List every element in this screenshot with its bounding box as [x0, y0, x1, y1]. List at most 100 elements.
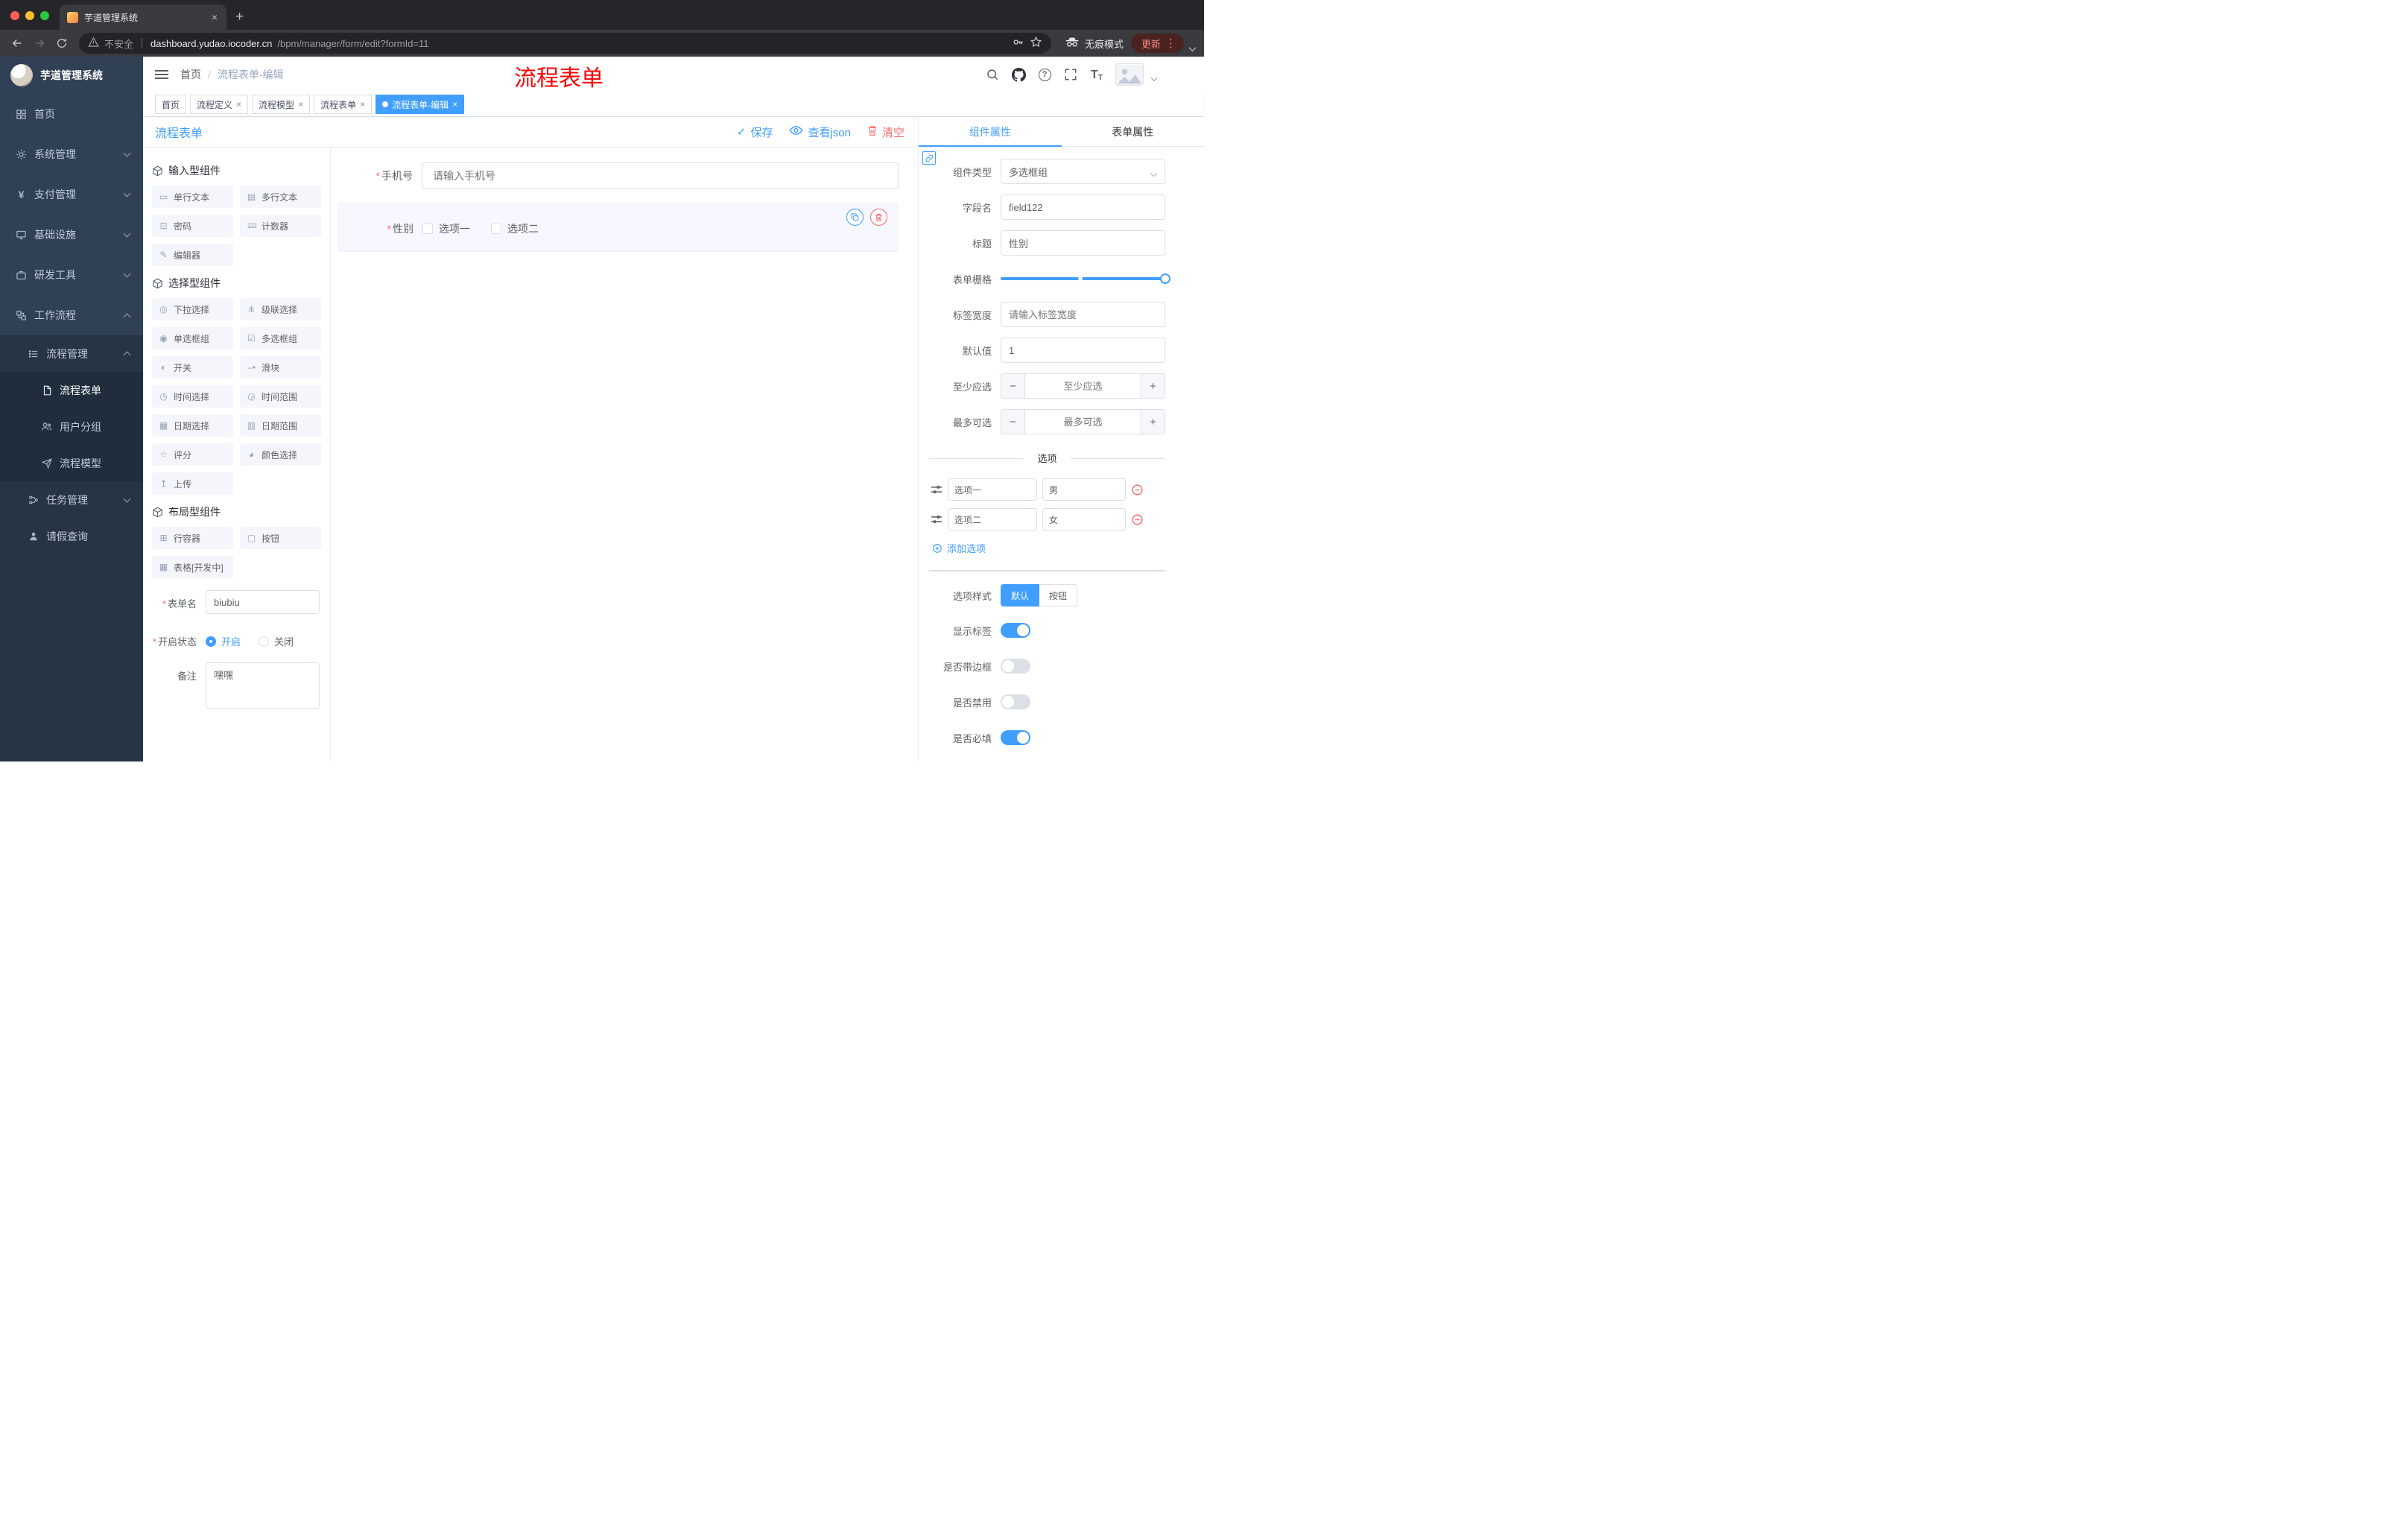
clear-button[interactable]: 清空: [867, 124, 904, 140]
palette-item-switch[interactable]: ◐ 开关: [152, 356, 233, 379]
palette-item-date-range[interactable]: ▥ 日期范围: [240, 414, 321, 437]
tag-close-icon[interactable]: ×: [236, 99, 241, 110]
sidebar-item-workflow[interactable]: 工作流程: [0, 295, 143, 335]
copy-field-button[interactable]: [846, 209, 864, 226]
browser-tab[interactable]: 芋道管理系统 ×: [60, 4, 226, 30]
password-key-icon[interactable]: [1012, 36, 1024, 51]
menu-fold-icon[interactable]: [155, 70, 168, 79]
disabled-switch[interactable]: [1001, 694, 1030, 709]
close-window-button[interactable]: [10, 11, 19, 20]
browser-update-button[interactable]: 更新 ⋮: [1130, 34, 1184, 53]
sidebar-item-home[interactable]: 首页: [0, 94, 143, 134]
palette-item-color-picker[interactable]: ◕ 颜色选择: [240, 443, 321, 466]
option-1-value-input[interactable]: [1042, 478, 1126, 501]
zoom-window-button[interactable]: [40, 11, 49, 20]
link-icon[interactable]: [922, 151, 936, 165]
add-option-button[interactable]: 添加选项: [932, 541, 1165, 555]
github-icon[interactable]: [1011, 67, 1026, 82]
default-value-input[interactable]: [1001, 338, 1165, 363]
remove-option-icon[interactable]: [1131, 484, 1144, 496]
tag-process-definition[interactable]: 流程定义 ×: [190, 95, 249, 114]
new-tab-button[interactable]: +: [226, 9, 254, 30]
palette-item-single-line-text[interactable]: ▭ 单行文本: [152, 186, 233, 208]
avatar-caret-icon[interactable]: [1150, 75, 1158, 82]
field-name-input[interactable]: [1001, 194, 1165, 220]
breadcrumb-home[interactable]: 首页: [180, 67, 201, 82]
tag-process-form-edit[interactable]: 流程表单-编辑 ×: [376, 95, 465, 114]
remove-option-icon[interactable]: [1131, 513, 1144, 526]
title-input[interactable]: [1001, 230, 1165, 256]
drag-handle-icon[interactable]: [931, 514, 942, 525]
delete-field-button[interactable]: [870, 209, 887, 226]
canvas-field-gender[interactable]: * 性别 选项一 选项二: [339, 221, 898, 236]
gender-option-1-checkbox[interactable]: 选项一: [422, 221, 470, 236]
slider-handle[interactable]: [1160, 273, 1170, 284]
sidebar-item-task-mgmt[interactable]: 任务管理: [0, 481, 143, 518]
style-button-button[interactable]: 按钮: [1039, 584, 1078, 607]
tag-process-model[interactable]: 流程模型 ×: [252, 95, 311, 114]
palette-item-date-picker[interactable]: ▦ 日期选择: [152, 414, 233, 437]
show-label-switch[interactable]: [1001, 623, 1030, 638]
max-select-input[interactable]: [1025, 410, 1141, 434]
minus-button[interactable]: −: [1001, 374, 1025, 398]
palette-item-password[interactable]: ⊡ 密码: [152, 215, 233, 237]
palette-item-button[interactable]: ▢ 按钮: [240, 527, 321, 549]
sidebar-item-infra[interactable]: 基础设施: [0, 215, 143, 255]
sidebar-item-user-group[interactable]: 用户分组: [0, 408, 143, 445]
palette-item-upload[interactable]: ↥ 上传: [152, 472, 233, 495]
label-width-input[interactable]: [1001, 302, 1165, 327]
palette-item-time-range[interactable]: ◶ 时间范围: [240, 385, 321, 408]
font-size-icon[interactable]: TT: [1089, 67, 1104, 82]
palette-item-slider[interactable]: –• 滑块: [240, 356, 321, 379]
palette-item-rate[interactable]: ☆ 评分: [152, 443, 233, 466]
avatar[interactable]: [1115, 63, 1144, 86]
tag-close-icon[interactable]: ×: [452, 99, 457, 110]
status-on-radio[interactable]: 开启: [206, 634, 241, 648]
palette-item-cascader[interactable]: ⋔ 级联选择: [240, 298, 321, 320]
drag-handle-icon[interactable]: [931, 484, 942, 495]
palette-item-counter[interactable]: 123 计数器: [240, 215, 321, 237]
toolbar-chevron-down-icon[interactable]: [1188, 42, 1197, 54]
tab-form-props[interactable]: 表单属性: [1062, 117, 1205, 146]
form-grid-slider[interactable]: [1001, 266, 1170, 291]
sidebar-item-payment[interactable]: ¥ 支付管理: [0, 174, 143, 215]
reload-icon[interactable]: [51, 33, 73, 54]
form-name-input[interactable]: [206, 590, 320, 614]
phone-input[interactable]: [422, 162, 899, 189]
component-type-select[interactable]: [1001, 159, 1165, 184]
bookmark-star-icon[interactable]: [1030, 36, 1042, 51]
browser-menu-icon[interactable]: ⋮: [1165, 37, 1176, 50]
fullscreen-icon[interactable]: [1063, 67, 1078, 82]
security-label[interactable]: 不安全: [104, 37, 133, 51]
status-off-radio[interactable]: 关闭: [259, 634, 294, 648]
sidebar-item-devtools[interactable]: 研发工具: [0, 255, 143, 295]
tag-home[interactable]: 首页: [155, 95, 187, 114]
minimize-window-button[interactable]: [25, 11, 34, 20]
plus-button[interactable]: +: [1141, 410, 1165, 434]
sidebar-item-process-model[interactable]: 流程模型: [0, 445, 143, 481]
option-2-label-input[interactable]: [948, 508, 1037, 531]
palette-item-multi-line-text[interactable]: ▤ 多行文本: [240, 186, 321, 208]
tag-close-icon[interactable]: ×: [360, 99, 365, 110]
gender-option-2-checkbox[interactable]: 选项二: [491, 221, 539, 236]
palette-item-select[interactable]: ◎ 下拉选择: [152, 298, 233, 320]
palette-item-row-container[interactable]: ⊞ 行容器: [152, 527, 233, 549]
palette-item-checkbox-group[interactable]: ☑ 多选框组: [240, 327, 321, 349]
sidebar-item-process-mgmt[interactable]: 流程管理: [0, 335, 143, 372]
back-icon[interactable]: [6, 33, 28, 54]
tag-process-form[interactable]: 流程表单 ×: [314, 95, 373, 114]
border-switch[interactable]: [1001, 659, 1030, 674]
forward-icon[interactable]: [28, 33, 51, 54]
tab-close-icon[interactable]: ×: [210, 11, 219, 23]
address-bar[interactable]: 不安全 dashboard.yudao.iocoder.cn/bpm/manag…: [79, 33, 1051, 54]
sidebar-item-system[interactable]: 系统管理: [0, 134, 143, 174]
style-default-button[interactable]: 默认: [1001, 584, 1040, 607]
palette-item-time-picker[interactable]: ◷ 时间选择: [152, 385, 233, 408]
sidebar-item-leave-query[interactable]: 请假查询: [0, 518, 143, 554]
palette-item-editor[interactable]: ✎ 编辑器: [152, 244, 233, 266]
form-remark-textarea[interactable]: 嘿嘿: [206, 662, 320, 709]
view-json-button[interactable]: 查看json: [789, 124, 851, 140]
tab-component-props[interactable]: 组件属性: [919, 117, 1062, 147]
canvas-field-phone[interactable]: * 手机号: [338, 159, 899, 192]
option-1-label-input[interactable]: [948, 478, 1037, 501]
